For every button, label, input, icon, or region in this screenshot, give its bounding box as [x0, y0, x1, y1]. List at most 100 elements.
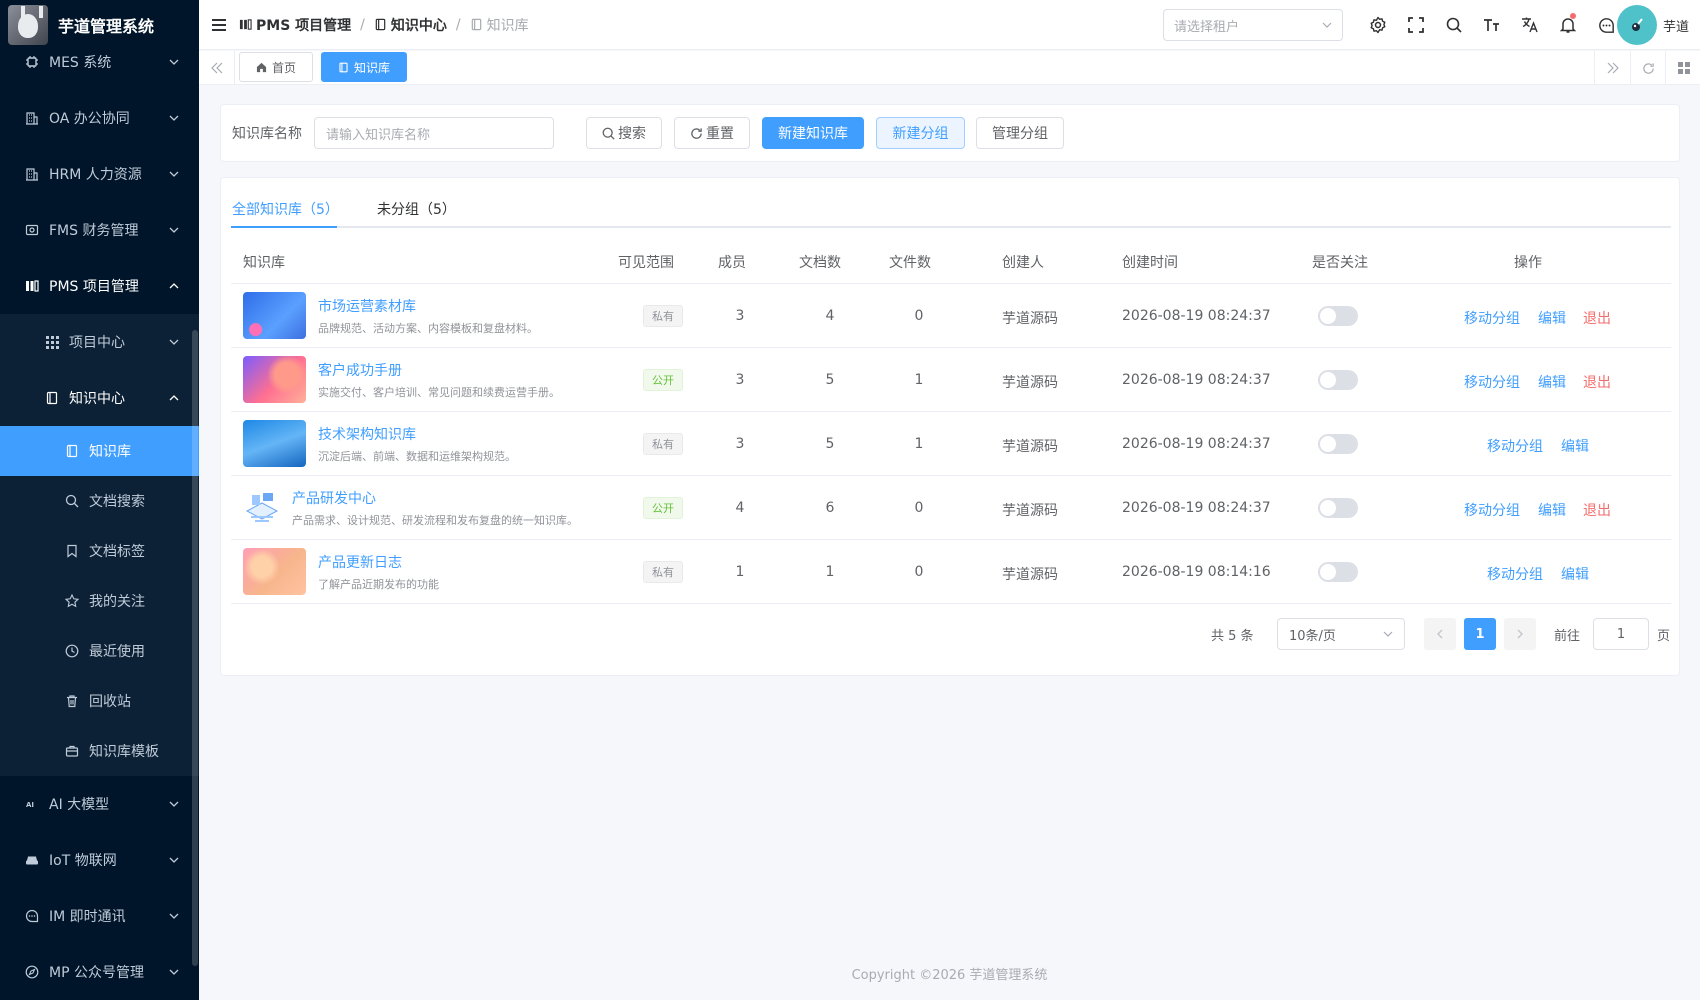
reset-button[interactable]: 重置: [674, 117, 750, 149]
kb-name-link[interactable]: 产品更新日志: [318, 552, 402, 572]
sidebar-item-project-center[interactable]: 项目中心: [0, 314, 199, 370]
sidebar-item-doc-tags[interactable]: 文档标签: [0, 526, 199, 576]
col-created-time: 创建时间: [1122, 255, 1178, 271]
scope-badge: 公开: [643, 369, 683, 391]
book-icon: [375, 18, 386, 31]
name-search-input[interactable]: 请输入知识库名称: [314, 117, 554, 149]
sidebar-item-recent[interactable]: 最近使用: [0, 626, 199, 676]
tag-label: 首页: [272, 60, 297, 75]
font-size-button[interactable]: [1473, 0, 1511, 50]
prev-page-button[interactable]: [1424, 618, 1456, 650]
exit-button[interactable]: 退出: [1583, 308, 1611, 328]
kb-cover-image: [243, 489, 281, 527]
tags-menu-button[interactable]: [1665, 51, 1700, 85]
notification-button[interactable]: [1549, 0, 1587, 50]
move-group-button[interactable]: 移动分组: [1464, 500, 1520, 520]
creator: 芋道源码: [1002, 375, 1058, 391]
sidebar-item-fms[interactable]: FMS 财务管理: [0, 202, 199, 258]
new-group-button[interactable]: 新建分组: [876, 117, 965, 149]
sidebar-item-im[interactable]: IM 即时通讯: [0, 888, 199, 944]
new-knowledge-base-button[interactable]: 新建知识库: [762, 117, 864, 149]
tag-knowledge-base[interactable]: 知识库: [321, 52, 408, 82]
next-page-button[interactable]: [1504, 618, 1536, 650]
goto-page-input[interactable]: 1: [1593, 618, 1649, 650]
user-menu[interactable]: 芋道: [1617, 5, 1689, 45]
refresh-button[interactable]: [1630, 51, 1666, 85]
isometric-illustration-icon: [245, 493, 279, 522]
collapse-button[interactable]: [199, 18, 239, 32]
sidebar-item-label: 文档搜索: [89, 494, 145, 510]
edit-button[interactable]: 编辑: [1538, 308, 1566, 328]
breadcrumb-item-knowledge-center[interactable]: 知识中心: [374, 15, 447, 35]
col-members: 成员: [718, 255, 746, 271]
briefcase-icon: [64, 743, 80, 759]
tenant-select[interactable]: 请选择租户: [1163, 9, 1343, 41]
project-icon: [239, 19, 252, 30]
kb-name-link[interactable]: 产品研发中心: [292, 488, 376, 508]
sidebar-item-pms[interactable]: PMS 项目管理: [0, 258, 199, 314]
sidebar-scrollbar[interactable]: [192, 330, 198, 966]
finance-icon: [24, 222, 40, 238]
search-icon: [1446, 17, 1462, 33]
search-button[interactable]: 搜索: [586, 117, 662, 149]
sidebar-item-hrm[interactable]: HRM 人力资源: [0, 146, 199, 202]
language-button[interactable]: [1511, 0, 1549, 50]
follow-switch[interactable]: [1318, 498, 1358, 518]
sidebar-item-iot[interactable]: IoT 物联网: [0, 832, 199, 888]
chevron-down-icon: [169, 969, 179, 975]
header-toolbar: [1359, 0, 1625, 50]
move-group-button[interactable]: 移动分组: [1487, 564, 1543, 584]
tag-label: 知识库: [354, 60, 391, 75]
tag-home[interactable]: 首页: [239, 52, 314, 82]
edit-button[interactable]: 编辑: [1538, 500, 1566, 520]
sidebar-item-knowledge-base[interactable]: 知识库: [0, 426, 199, 476]
edit-button[interactable]: 编辑: [1561, 564, 1589, 584]
exit-button[interactable]: 退出: [1583, 500, 1611, 520]
edit-button[interactable]: 编辑: [1538, 372, 1566, 392]
sidebar-item-mp[interactable]: MP 公众号管理: [0, 944, 199, 1000]
search-form: 知识库名称 请输入知识库名称 搜索 重置 新建知识库 新建分组 管理分组: [220, 104, 1680, 162]
kb-name-link[interactable]: 技术架构知识库: [318, 424, 416, 444]
fullscreen-button[interactable]: [1397, 0, 1435, 50]
tab-ungrouped[interactable]: 未分组（5）: [377, 199, 456, 219]
kb-description: 产品需求、设计规范、研发流程和发布复盘的统一知识库。: [292, 514, 578, 527]
page-button-current[interactable]: 1: [1464, 618, 1496, 650]
scroll-right-button[interactable]: [1594, 51, 1630, 85]
move-group-button[interactable]: 移动分组: [1487, 436, 1543, 456]
sidebar-item-template[interactable]: 知识库模板: [0, 726, 199, 776]
sidebar-item-recycle[interactable]: 回收站: [0, 676, 199, 726]
manage-group-button[interactable]: 管理分组: [976, 117, 1064, 149]
button-label: 重置: [706, 126, 734, 142]
follow-switch[interactable]: [1318, 370, 1358, 390]
sidebar-item-oa[interactable]: OA 办公协同: [0, 90, 199, 146]
follow-switch[interactable]: [1318, 434, 1358, 454]
kb-name-link[interactable]: 市场运营素材库: [318, 296, 416, 316]
star-icon: [64, 593, 80, 609]
move-group-button[interactable]: 移动分组: [1464, 308, 1520, 328]
page-size-select[interactable]: 10条/页: [1277, 618, 1405, 650]
kb-name-link[interactable]: 客户成功手册: [318, 360, 402, 380]
sidebar-item-doc-search[interactable]: 文档搜索: [0, 476, 199, 526]
sidebar-item-knowledge-center[interactable]: 知识中心: [0, 370, 199, 426]
follow-switch[interactable]: [1318, 562, 1358, 582]
files-count: 0: [914, 564, 924, 580]
breadcrumb-item-pms[interactable]: PMS 项目管理: [239, 15, 351, 35]
settings-button[interactable]: [1359, 0, 1397, 50]
exit-button[interactable]: 退出: [1583, 372, 1611, 392]
avatar-figure-icon: [1632, 18, 1643, 31]
members-count: 3: [735, 308, 745, 324]
edit-button[interactable]: 编辑: [1561, 436, 1589, 456]
files-count: 1: [914, 372, 924, 388]
sidebar-logo[interactable]: 芋道管理系统: [0, 0, 199, 50]
pagination: 共 5 条 10条/页 1 前往 1 页: [221, 618, 1681, 650]
sidebar-item-label: FMS 财务管理: [49, 223, 139, 239]
scroll-left-button[interactable]: [199, 51, 235, 85]
created-time: 2026-08-19 08:24:37: [1122, 308, 1271, 324]
sidebar-item-my-follow[interactable]: 我的关注: [0, 576, 199, 626]
sidebar-item-ai[interactable]: AI AI 大模型: [0, 776, 199, 832]
move-group-button[interactable]: 移动分组: [1464, 372, 1520, 392]
follow-switch[interactable]: [1318, 306, 1358, 326]
search-button[interactable]: [1435, 0, 1473, 50]
tab-all[interactable]: 全部知识库（5）: [232, 199, 339, 219]
fullscreen-icon: [1408, 17, 1424, 33]
